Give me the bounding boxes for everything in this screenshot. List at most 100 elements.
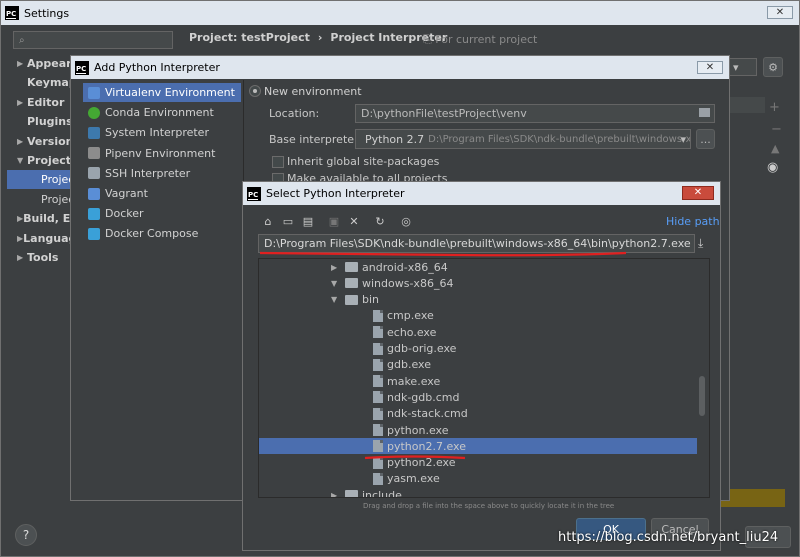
interpreter-type-item[interactable]: Conda Environment: [83, 103, 241, 122]
file-icon: [373, 391, 383, 404]
tree-file-row[interactable]: ndk-gdb.cmd: [259, 389, 697, 405]
folder-icon[interactable]: [699, 108, 710, 117]
conda-icon: [88, 106, 100, 119]
file-icon: [373, 342, 383, 355]
tree-folder-row[interactable]: ▶ include: [259, 487, 697, 498]
tree-file-row[interactable]: make.exe: [259, 373, 697, 389]
tree-item-label: android-x86_64: [362, 260, 448, 274]
inherit-packages-checkbox[interactable]: [272, 156, 284, 168]
gear-button[interactable]: ⚙: [763, 57, 783, 77]
chevron-right-icon[interactable]: ▶: [331, 491, 345, 497]
add-interpreter-title: Add Python Interpreter: [94, 61, 220, 74]
tree-item-label: gdb.exe: [387, 358, 431, 372]
hide-path-link[interactable]: Hide path: [666, 215, 720, 228]
chevron-down-icon: ▾: [680, 133, 686, 146]
interpreter-type-label: Docker Compose: [105, 227, 199, 241]
tree-item-label: ndk-stack.cmd: [387, 407, 468, 421]
breadcrumb-project[interactable]: Project: testProject: [189, 31, 310, 44]
interpreter-type-item[interactable]: Docker: [83, 204, 241, 223]
project-folder-icon[interactable]: ▤: [301, 214, 315, 228]
virtualenv-icon: [88, 86, 100, 99]
eye-icon[interactable]: ◉: [767, 160, 778, 175]
interpreter-dropdown[interactable]: ▾: [727, 58, 757, 76]
ssh-icon: [88, 167, 100, 180]
folder-icon: [345, 294, 358, 305]
settings-close-button[interactable]: ✕: [767, 6, 793, 19]
remove-package-icon[interactable]: −: [771, 122, 782, 137]
tree-item-label: include: [362, 488, 402, 498]
desktop-icon[interactable]: ▭: [281, 214, 295, 228]
chevron-down-icon[interactable]: ▼: [331, 279, 345, 288]
scrollbar-thumb[interactable]: [699, 376, 705, 416]
watermark: https://blog.csdn.net/bryant_liu24: [558, 530, 779, 545]
tree-file-row[interactable]: yasm.exe: [259, 471, 697, 487]
tree-item-label: cmp.exe: [387, 309, 434, 323]
interpreter-type-label: Virtualenv Environment: [105, 86, 235, 99]
tree-file-row[interactable]: python.exe: [259, 422, 697, 438]
docker-compose-icon: [88, 227, 100, 240]
upgrade-package-icon[interactable]: ▲: [771, 142, 779, 155]
search-icon: ⌕: [19, 34, 25, 46]
drag-drop-hint: Drag and drop a file into the space abov…: [363, 502, 615, 510]
settings-search-input[interactable]: ⌕: [13, 31, 173, 49]
folder-icon: [345, 278, 358, 289]
tree-item-label: ndk-gdb.cmd: [387, 390, 460, 404]
add-interpreter-close-button[interactable]: ✕: [697, 61, 723, 74]
select-interpreter-close-button[interactable]: ✕: [682, 186, 714, 200]
chevron-down-icon: ▾: [733, 60, 739, 74]
tree-folder-row[interactable]: ▶ android-x86_64: [259, 259, 697, 275]
base-interpreter-name: Python 2.7: [365, 132, 425, 146]
base-interpreter-select[interactable]: Python 2.7 D:\Program Files\SDK\ndk-bund…: [355, 129, 691, 149]
tree-file-row[interactable]: gdb-orig.exe: [259, 341, 697, 357]
new-folder-icon[interactable]: ▣: [327, 214, 341, 228]
vagrant-icon: [88, 187, 100, 200]
interpreter-type-item[interactable]: Pipenv Environment: [83, 144, 241, 163]
tree-file-row[interactable]: cmp.exe: [259, 308, 697, 324]
home-icon[interactable]: ⌂: [261, 214, 275, 228]
docker-icon: [88, 207, 100, 220]
path-value: D:\Program Files\SDK\ndk-bundle\prebuilt…: [264, 237, 691, 250]
chevron-right-icon: ▶: [17, 59, 24, 68]
refresh-icon[interactable]: ↻: [373, 214, 387, 228]
tree-scrollbar[interactable]: [697, 259, 709, 497]
chevron-right-icon[interactable]: ▶: [331, 263, 345, 272]
selection-annotation-underline: [363, 455, 467, 460]
location-input[interactable]: D:\pythonFile\testProject\venv: [355, 104, 715, 123]
chevron-down-icon[interactable]: ▼: [331, 295, 345, 304]
tree-folder-row[interactable]: ▼ bin: [259, 292, 697, 308]
path-annotation-underline: [258, 251, 628, 257]
select-interpreter-titlebar: PC Select Python Interpreter ✕: [243, 182, 720, 205]
interpreter-type-label: System Interpreter: [105, 126, 209, 140]
interpreter-type-item[interactable]: System Interpreter: [83, 123, 241, 142]
add-package-icon[interactable]: +: [769, 100, 780, 115]
delete-icon[interactable]: ✕: [347, 214, 361, 228]
interpreter-type-item[interactable]: Docker Compose: [83, 224, 241, 243]
download-icon[interactable]: ⤓: [698, 236, 703, 251]
interpreter-type-item[interactable]: SSH Interpreter: [83, 164, 241, 183]
tree-file-row[interactable]: gdb.exe: [259, 357, 697, 373]
file-toolbar: ⌂ ▭ ▤ ▣ ✕ ↻ ◎: [261, 214, 421, 228]
tree-item-label: python2.7.exe: [387, 439, 466, 453]
tree-file-row[interactable]: echo.exe: [259, 324, 697, 340]
pycharm-logo-icon: PC: [75, 60, 89, 75]
browse-interpreter-button[interactable]: ...: [696, 129, 715, 149]
file-icon: [373, 440, 383, 453]
location-label: Location:: [269, 107, 320, 120]
file-icon: [373, 407, 383, 420]
tree-folder-row[interactable]: ▼ windows-x86_64: [259, 275, 697, 291]
pipenv-icon: [88, 147, 100, 160]
add-interpreter-titlebar: PC Add Python Interpreter ✕: [71, 56, 729, 79]
packages-table-header: [729, 97, 765, 113]
interpreter-type-item[interactable]: Virtualenv Environment: [83, 83, 241, 102]
new-environment-radio[interactable]: [249, 85, 261, 97]
file-icon: [373, 472, 383, 485]
file-tree: ▶ android-x86_64 ▼ windows-x86_64 ▼ bin cmp.ex…: [258, 258, 710, 498]
settings-help-button[interactable]: ?: [15, 524, 37, 546]
interpreter-type-item[interactable]: Vagrant: [83, 184, 241, 203]
file-icon: [373, 309, 383, 322]
tree-file-row[interactable]: python2.exe: [259, 455, 697, 471]
settings-titlebar: PC Settings ✕: [1, 1, 799, 25]
tree-file-row[interactable]: python2.7.exe: [259, 438, 697, 455]
show-hidden-icon[interactable]: ◎: [399, 214, 413, 228]
tree-file-row[interactable]: ndk-stack.cmd: [259, 406, 697, 422]
